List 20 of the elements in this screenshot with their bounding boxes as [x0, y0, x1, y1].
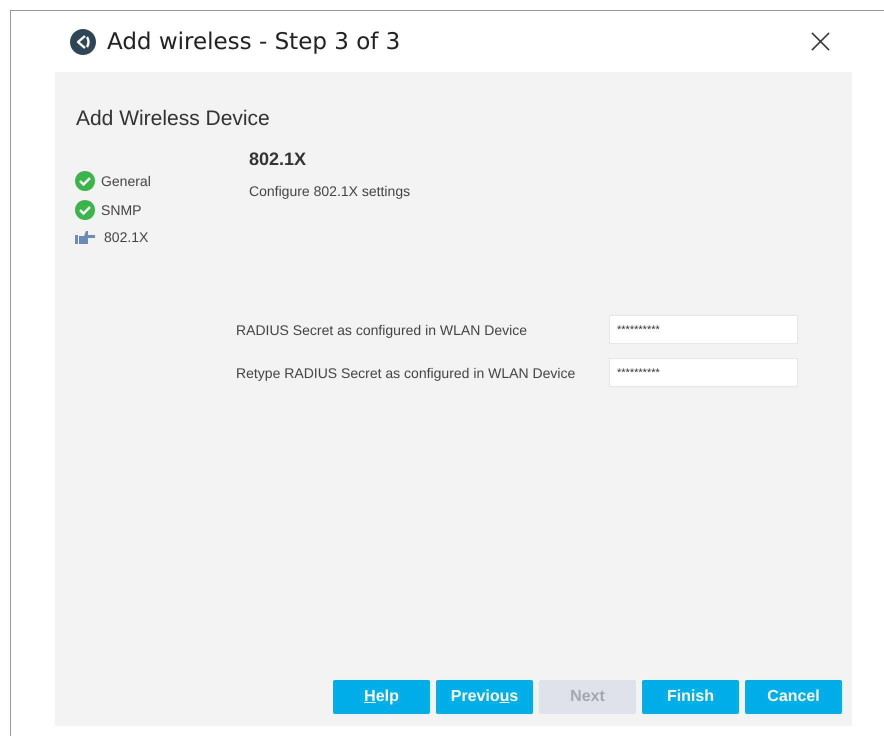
app-logo-icon	[69, 28, 97, 56]
window-title: Add wireless - Step 3 of 3	[107, 28, 400, 54]
wizard-button[interactable]: Previous	[436, 680, 533, 714]
pointing-hand-icon	[75, 230, 95, 244]
field-label: RADIUS Secret as configured in WLAN Device	[236, 322, 528, 338]
close-icon[interactable]	[811, 32, 830, 51]
wizard-button[interactable]: Finish	[642, 680, 739, 714]
step-label: General	[101, 173, 151, 189]
section-subtitle: Configure 802.1X settings	[249, 183, 412, 199]
password-field[interactable]: **********	[609, 358, 798, 387]
wizard-button[interactable]: Help	[333, 680, 430, 714]
check-icon	[75, 200, 95, 220]
check-icon	[75, 171, 95, 191]
wizard-heading: Add Wireless Device	[76, 107, 271, 131]
password-field[interactable]: **********	[609, 315, 798, 344]
wizard-button[interactable]: Cancel	[745, 680, 842, 714]
field-label: Retype RADIUS Secret as configured in WLAN Device	[236, 364, 576, 380]
section-title: 802.1X	[249, 149, 308, 170]
step-label: 802.1X	[104, 229, 148, 245]
step-label: SNMP	[101, 202, 142, 218]
